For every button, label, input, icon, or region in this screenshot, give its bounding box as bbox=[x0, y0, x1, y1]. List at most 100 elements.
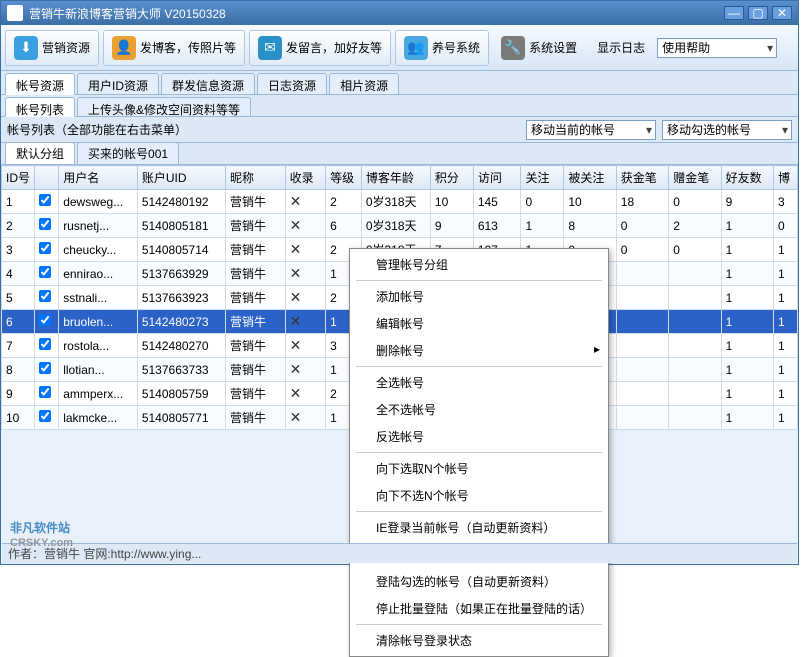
col-header[interactable]: 博客年龄 bbox=[361, 166, 430, 190]
context-item[interactable]: 全不选帐号 bbox=[352, 396, 606, 423]
col-header[interactable]: ID号 bbox=[2, 166, 35, 190]
cell: 营销牛 bbox=[226, 406, 286, 430]
x-icon: ✕ bbox=[290, 361, 302, 377]
move-checked-select[interactable]: 移动勾选的帐号 bbox=[662, 120, 792, 140]
message-button[interactable]: ✉发留言，加好友等 bbox=[249, 30, 391, 66]
col-header[interactable]: 被关注 bbox=[564, 166, 616, 190]
resources-button[interactable]: ⬇营销资源 bbox=[5, 30, 99, 66]
cell: 5 bbox=[2, 286, 35, 310]
col-header[interactable]: 昵称 bbox=[226, 166, 286, 190]
post-blog-button[interactable]: 👤发博客，传照片等 bbox=[103, 30, 245, 66]
cell: 0 bbox=[774, 214, 798, 238]
context-item[interactable]: 全选帐号 bbox=[352, 369, 606, 396]
x-icon: ✕ bbox=[290, 385, 302, 401]
row-checkbox[interactable] bbox=[39, 266, 51, 278]
row-checkbox[interactable] bbox=[39, 386, 51, 398]
col-header[interactable]: 关注 bbox=[521, 166, 564, 190]
row-checkbox[interactable] bbox=[39, 410, 51, 422]
context-item[interactable]: 反选帐号 bbox=[352, 423, 606, 450]
cell: 1 bbox=[774, 334, 798, 358]
cell bbox=[35, 310, 59, 334]
group-tabs: 默认分组买来的帐号001 bbox=[1, 143, 798, 165]
cell: 1 bbox=[774, 382, 798, 406]
col-header[interactable]: 账户UID bbox=[137, 166, 225, 190]
cell: 18 bbox=[616, 190, 668, 214]
x-icon: ✕ bbox=[290, 337, 302, 353]
main-tab-4[interactable]: 相片资源 bbox=[329, 73, 399, 94]
main-tab-1[interactable]: 用户ID资源 bbox=[77, 73, 159, 94]
col-header[interactable]: 用户名 bbox=[59, 166, 138, 190]
col-header[interactable]: 访问 bbox=[473, 166, 521, 190]
row-checkbox[interactable] bbox=[39, 242, 51, 254]
group-tab-0[interactable]: 默认分组 bbox=[5, 142, 75, 164]
cell: 10 bbox=[430, 190, 473, 214]
cell: 5142480192 bbox=[137, 190, 225, 214]
row-checkbox[interactable] bbox=[39, 314, 51, 326]
col-header[interactable]: 赠金笔 bbox=[669, 166, 721, 190]
cell bbox=[669, 334, 721, 358]
cell: 1 bbox=[721, 406, 773, 430]
cell bbox=[669, 406, 721, 430]
sub-tabs: 帐号列表上传头像&修改空间资料等等 bbox=[1, 95, 798, 117]
context-item[interactable]: 清除帐号登录状态 bbox=[352, 627, 606, 654]
context-item[interactable]: 编辑帐号 bbox=[352, 310, 606, 337]
cell bbox=[35, 406, 59, 430]
cell: 1 bbox=[521, 214, 564, 238]
cell: bruolen... bbox=[59, 310, 138, 334]
col-header[interactable]: 积分 bbox=[430, 166, 473, 190]
context-item[interactable]: 向下不选N个帐号 bbox=[352, 482, 606, 509]
context-item[interactable]: 登陆勾选的帐号（自动更新资料） bbox=[352, 568, 606, 595]
table-row[interactable]: 2rusnetj...5140805181营销牛✕60岁318天96131802… bbox=[2, 214, 798, 238]
context-item[interactable]: 停止批量登陆（如果正在批量登陆的话） bbox=[352, 595, 606, 622]
col-header[interactable]: 等级 bbox=[326, 166, 362, 190]
col-header[interactable]: 获金笔 bbox=[616, 166, 668, 190]
x-icon: ✕ bbox=[290, 217, 302, 233]
settings-button[interactable]: 🔧系统设置 bbox=[493, 30, 585, 66]
sub-tab-0[interactable]: 帐号列表 bbox=[5, 97, 75, 117]
cell: 3 bbox=[774, 190, 798, 214]
context-item[interactable]: IE登录当前帐号（自动更新资料） bbox=[352, 514, 606, 541]
row-checkbox[interactable] bbox=[39, 218, 51, 230]
col-header[interactable]: 好友数 bbox=[721, 166, 773, 190]
cell: ✕ bbox=[285, 310, 326, 334]
main-tab-2[interactable]: 群发信息资源 bbox=[161, 73, 255, 94]
cell: 1 bbox=[721, 358, 773, 382]
cell: 5140805181 bbox=[137, 214, 225, 238]
cell: ✕ bbox=[285, 214, 326, 238]
cell: 1 bbox=[721, 310, 773, 334]
context-item[interactable]: 添加帐号 bbox=[352, 283, 606, 310]
help-select[interactable]: 使用帮助 bbox=[657, 38, 777, 58]
cell: 营销牛 bbox=[226, 310, 286, 334]
maintain-button[interactable]: 👥养号系统 bbox=[395, 30, 489, 66]
row-checkbox[interactable] bbox=[39, 338, 51, 350]
context-item[interactable]: 管理帐号分组 bbox=[352, 251, 606, 278]
show-log-button[interactable]: 显示日志 bbox=[589, 30, 653, 66]
cell: 1 bbox=[774, 262, 798, 286]
status-bar: 作者：营销牛 官网:http://www.ying... bbox=[2, 543, 797, 563]
col-header[interactable]: 收录 bbox=[285, 166, 326, 190]
cell: 营销牛 bbox=[226, 214, 286, 238]
mail-icon: ✉ bbox=[258, 36, 282, 60]
col-header[interactable]: 博 bbox=[774, 166, 798, 190]
row-checkbox[interactable] bbox=[39, 194, 51, 206]
main-tab-3[interactable]: 日志资源 bbox=[257, 73, 327, 94]
cell: 10 bbox=[564, 190, 616, 214]
close-button[interactable]: ✕ bbox=[772, 6, 792, 20]
cell: 1 bbox=[721, 334, 773, 358]
main-tab-0[interactable]: 帐号资源 bbox=[5, 73, 75, 95]
col-header[interactable] bbox=[35, 166, 59, 190]
sub-tab-1[interactable]: 上传头像&修改空间资料等等 bbox=[77, 97, 251, 116]
maximize-button[interactable]: ▢ bbox=[748, 6, 768, 20]
minimize-button[interactable]: — bbox=[724, 6, 744, 20]
cell: llotian... bbox=[59, 358, 138, 382]
row-checkbox[interactable] bbox=[39, 290, 51, 302]
cell: 1 bbox=[2, 190, 35, 214]
context-item[interactable]: 向下选取N个帐号 bbox=[352, 455, 606, 482]
table-row[interactable]: 1dewsweg...5142480192营销牛✕20岁318天10145010… bbox=[2, 190, 798, 214]
context-item[interactable]: 删除帐号 bbox=[352, 337, 606, 364]
move-current-select[interactable]: 移动当前的帐号 bbox=[526, 120, 656, 140]
group-tab-1[interactable]: 买来的帐号001 bbox=[77, 142, 179, 164]
cell: dewsweg... bbox=[59, 190, 138, 214]
row-checkbox[interactable] bbox=[39, 362, 51, 374]
cell: 1 bbox=[721, 262, 773, 286]
